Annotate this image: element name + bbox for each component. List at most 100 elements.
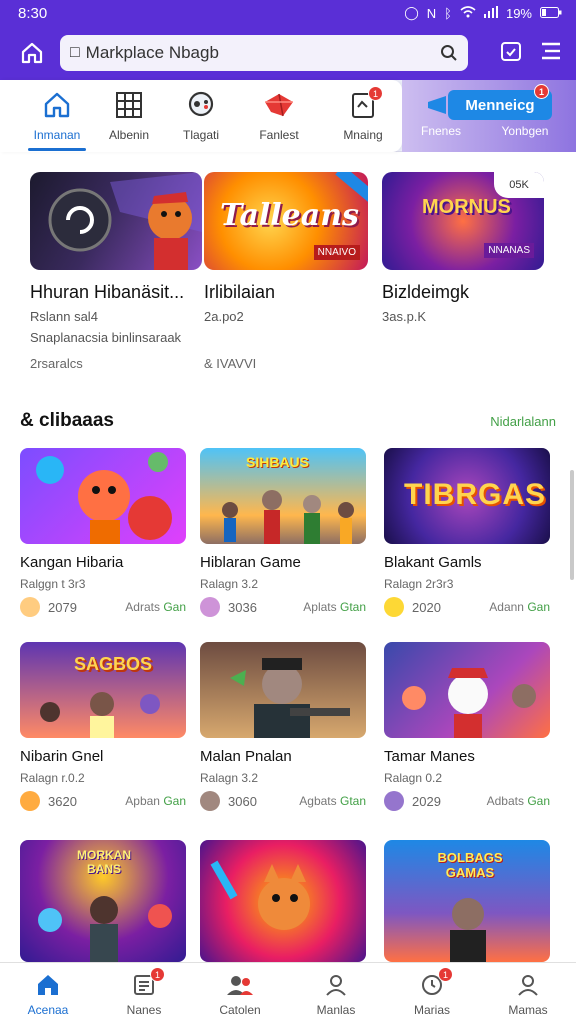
game-card[interactable]: [200, 840, 366, 962]
nav-person[interactable]: Manlas: [288, 963, 384, 1024]
nav-label: Marias: [413, 1003, 450, 1017]
game-title: Malan Pnalan: [200, 748, 292, 765]
featured-image-badge: NNANAS: [484, 243, 534, 258]
home-button[interactable]: [14, 35, 50, 71]
category-controller[interactable]: Tlagati: [160, 88, 242, 142]
nav-home[interactable]: Acenaa: [0, 963, 96, 1024]
game-title: Tamar Manes: [384, 748, 475, 765]
avatar: [200, 791, 220, 811]
featured-corner-tag: 05K: [494, 172, 544, 198]
menu-icon: [542, 42, 560, 59]
see-all-link[interactable]: Nidarlalann: [490, 414, 556, 429]
bottom-nav: Acenaa 1 Nanes Catolen Manlas 1 Marias M…: [0, 962, 576, 1024]
home-icon: [44, 92, 70, 118]
game-card[interactable]: SIHBAUS Hiblaran Game Ralagn 3.2 3036 Ap…: [200, 448, 366, 617]
category-clipboard[interactable]: 1 Mnaing: [322, 86, 404, 142]
featured-sub: Snaplanacsia binlinsaraak: [30, 330, 182, 345]
game-action[interactable]: Adann Gan: [489, 600, 550, 614]
game-card[interactable]: Kangan Hibaria Ralggn t 3r3 2079 Adrats …: [20, 448, 186, 617]
game-count: 2029: [412, 793, 441, 809]
game-image: [200, 642, 366, 738]
nav-label: Manlas: [316, 1003, 356, 1017]
game-card[interactable]: MORKAN BANS: [20, 840, 186, 962]
nfc-icon: N: [426, 5, 437, 21]
featured-card[interactable]: Talleans NNAIVO Irlibilaian 2a.po2 & IVA…: [204, 172, 368, 371]
featured-meta: 2rsaralcs: [30, 356, 83, 371]
featured-sub: Rslann sal4: [30, 309, 98, 324]
category-label: Fnenes: [420, 124, 462, 138]
game-rating: Ralggn t 3r3: [20, 577, 86, 591]
featured-sub: 3as.p.K: [382, 309, 427, 324]
home-icon: [21, 42, 43, 64]
game-card[interactable]: TIBRGAS Blakant Gamls Ralagn 2r3r3 2020 …: [384, 448, 550, 617]
promo-button[interactable]: Menneicg 1: [448, 84, 552, 120]
category-gem[interactable]: Fanlest: [238, 88, 320, 142]
game-rating: Ralagn 0.2: [384, 771, 443, 785]
menu-button[interactable]: [540, 41, 562, 66]
game-action[interactable]: Adbats Gan: [487, 794, 550, 808]
category-promo-b[interactable]: Yonbgen: [484, 124, 566, 138]
game-card[interactable]: SAGBOS Nibarin Gnel Ralagn r.0.2 3620 Ap…: [20, 642, 186, 811]
category-label: Inmanan: [33, 128, 81, 142]
featured-title: Hhuran Hibanäsit...: [30, 282, 185, 302]
category-label: Mnaing: [343, 128, 383, 142]
nav-list[interactable]: 1 Nanes: [96, 963, 192, 1024]
nav-people[interactable]: Catolen: [192, 963, 288, 1024]
section-title: & clibaaas: [20, 410, 114, 431]
category-label: Albenin: [108, 128, 150, 142]
featured-image: Talleans NNAIVO: [204, 172, 368, 270]
nav-clock[interactable]: 1 Marias: [384, 963, 480, 1024]
gem-icon: [265, 93, 293, 117]
promo-icon: [428, 96, 446, 114]
wifi-icon: [460, 5, 476, 21]
search-input[interactable]: □ Markplace Nbagb: [60, 35, 468, 71]
featured-card[interactable]: Hhuran Hibanäsit... Rslann sal4 Snaplana…: [30, 172, 202, 371]
category-promo-a[interactable]: Fnenes: [400, 124, 482, 138]
search-text: Markplace Nbagb: [85, 43, 219, 62]
game-title: Nibarin Gnel: [20, 748, 104, 765]
alarm-icon: ◯: [404, 5, 419, 20]
game-rating: Ralagn 3.2: [200, 577, 259, 591]
game-rating: Ralagn r.0.2: [20, 771, 85, 785]
game-action[interactable]: Adrats Gan: [125, 600, 186, 614]
game-card[interactable]: Malan Pnalan Ralagn 3.2 3060 Agbats Gtan: [200, 642, 366, 811]
avatar: [384, 791, 404, 811]
search-icon[interactable]: [440, 44, 458, 62]
signal-icon: [483, 5, 498, 21]
featured-card[interactable]: MORNUS NNANAS 05K Bizldeimgk 3as.p.K: [382, 172, 544, 324]
game-image: [384, 642, 550, 738]
battery-icon: [540, 6, 562, 21]
bluetooth-icon: ᛒ: [444, 5, 452, 21]
game-image: SAGBOS: [20, 642, 186, 738]
section-header: & clibaaas Nidarlalann: [20, 410, 556, 432]
search-field-icon: □: [70, 44, 80, 61]
calendar-check-button[interactable]: [500, 40, 522, 67]
nav-account[interactable]: Mamas: [480, 963, 576, 1024]
scrollbar[interactable]: [570, 470, 574, 580]
promo-label: Menneicg: [465, 96, 535, 114]
category-badge: 1: [368, 86, 383, 101]
game-count: 3036: [228, 599, 257, 615]
account-icon: [518, 975, 538, 996]
game-action[interactable]: Aplats Gtan: [303, 600, 366, 614]
category-home[interactable]: Inmanan: [16, 88, 98, 151]
game-card[interactable]: BOLBAGS GAMAS: [384, 840, 550, 962]
avatar: [20, 597, 40, 617]
category-grid[interactable]: Albenin: [88, 88, 170, 142]
game-title: Hiblaran Game: [200, 554, 301, 571]
nav-label: Catolen: [219, 1003, 261, 1017]
game-card[interactable]: Tamar Manes Ralagn 0.2 2029 Adbats Gan: [384, 642, 550, 811]
game-action[interactable]: Agbats Gtan: [299, 794, 366, 808]
calendar-check-icon: [501, 41, 521, 61]
game-title: Blakant Gamls: [384, 554, 482, 571]
promo-badge: 1: [534, 84, 549, 99]
status-icons: ◯ N ᛒ 19%: [404, 5, 562, 21]
featured-image: [30, 172, 202, 270]
game-count: 2020: [412, 599, 441, 615]
nav-label: Nanes: [126, 1003, 162, 1017]
home-icon: [38, 975, 58, 995]
person-icon: [326, 975, 346, 996]
game-action[interactable]: Apban Gan: [125, 794, 186, 808]
status-time: 8:30: [18, 4, 48, 22]
game-image: MORKAN BANS: [20, 840, 186, 962]
